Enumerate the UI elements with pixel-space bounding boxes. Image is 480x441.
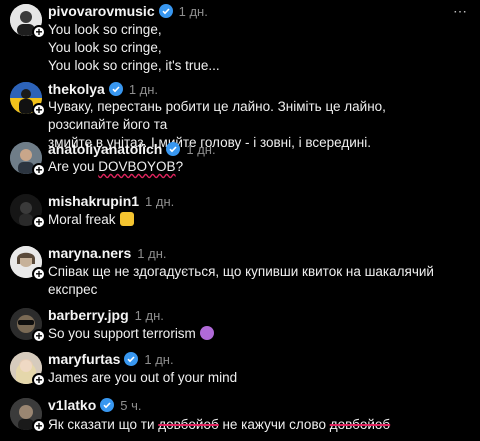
follow-plus-icon[interactable]: + — [32, 215, 46, 229]
more-options-icon[interactable]: ⋯ — [452, 3, 468, 19]
comment-text: Are you DOVBOYOB? — [48, 159, 184, 174]
username[interactable]: v1latko — [48, 397, 96, 413]
verified-badge-icon — [166, 142, 181, 156]
marked-word: DOVBOYOB — [98, 159, 176, 174]
username[interactable]: barberry.jpg — [48, 307, 129, 323]
username[interactable]: pivovarovmusic — [48, 3, 155, 19]
avatar[interactable]: + — [10, 398, 46, 433]
follow-plus-icon[interactable]: + — [32, 329, 46, 343]
verified-badge-icon — [100, 398, 115, 412]
timestamp: 1 дн. — [145, 193, 175, 209]
avatar[interactable]: + — [10, 308, 46, 343]
avatar[interactable]: + — [10, 246, 46, 281]
follow-plus-icon[interactable]: + — [32, 267, 46, 281]
comment-text: So you support terrorism — [48, 325, 456, 343]
struck-word: довбойоб — [329, 417, 391, 432]
timestamp: 1 дн. — [178, 3, 208, 19]
timestamp: 1 дн. — [144, 351, 174, 367]
timestamp: 1 дн. — [128, 81, 159, 97]
crying-face-emoji — [119, 212, 134, 226]
comment-text: Співак ще не здогадується, що купивши кв… — [48, 264, 434, 297]
timestamp: 5 ч. — [120, 397, 142, 413]
username[interactable]: maryna.ners — [48, 245, 131, 261]
follow-plus-icon[interactable]: + — [32, 25, 46, 39]
follow-plus-icon[interactable]: + — [32, 103, 46, 117]
comment-text: Moral freak — [48, 211, 456, 229]
devil-face-emoji — [199, 326, 214, 340]
username[interactable]: thekolya — [48, 81, 105, 97]
username[interactable]: mishakrupin1 — [48, 193, 139, 209]
verified-badge-icon — [158, 4, 173, 18]
avatar[interactable]: + — [10, 4, 46, 39]
username[interactable]: maryfurtas — [48, 351, 120, 367]
avatar[interactable]: + — [10, 82, 46, 117]
username[interactable]: anatoliyanatolich — [48, 141, 162, 157]
comment-text: James are you out of your mind — [48, 370, 238, 385]
timestamp: 1 дн. — [134, 307, 164, 323]
avatar[interactable]: + — [10, 194, 46, 229]
verified-badge-icon — [108, 82, 123, 96]
avatar[interactable]: + — [10, 352, 46, 387]
comment-text: You look so cringe, You look so cringe, … — [48, 22, 220, 73]
follow-plus-icon[interactable]: + — [32, 163, 46, 177]
struck-word: довбойоб — [158, 417, 219, 432]
follow-plus-icon[interactable]: + — [32, 373, 46, 387]
comment-text: Як сказати що ти довбойоб не кажучи слов… — [48, 417, 391, 432]
timestamp: 1 дн. — [137, 245, 167, 261]
follow-plus-icon[interactable]: + — [32, 419, 46, 433]
avatar[interactable]: + — [10, 142, 46, 177]
verified-badge-icon — [124, 352, 139, 366]
timestamp: 1 дн. — [186, 141, 216, 157]
